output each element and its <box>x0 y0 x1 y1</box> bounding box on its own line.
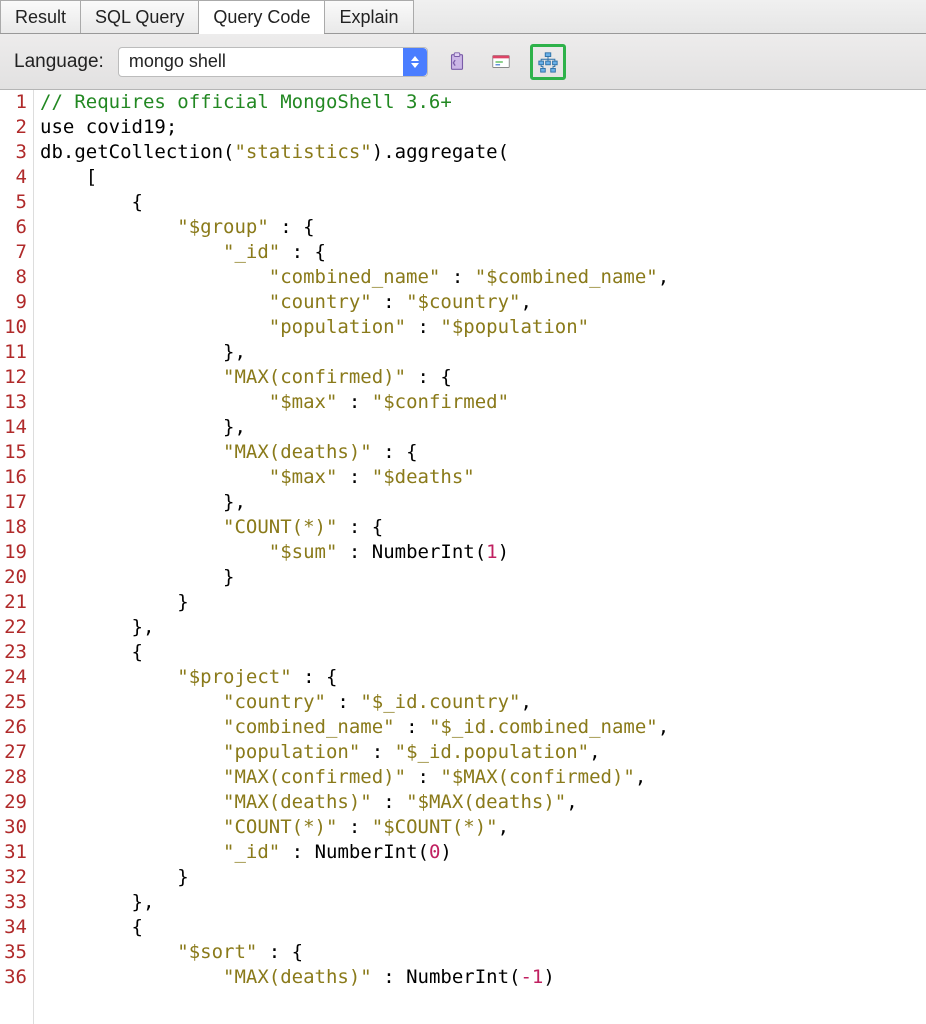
code-line[interactable]: "country" : "$country", <box>40 290 669 315</box>
editor-icon <box>490 51 512 73</box>
line-number: 23 <box>0 640 27 665</box>
open-in-editor-button[interactable] <box>486 47 516 77</box>
code-line[interactable]: "$sort" : { <box>40 940 669 965</box>
line-number: 32 <box>0 865 27 890</box>
code-line[interactable]: use covid19; <box>40 115 669 140</box>
clipboard-icon <box>446 51 468 73</box>
line-number: 5 <box>0 190 27 215</box>
code-line[interactable]: "MAX(deaths)" : { <box>40 440 669 465</box>
line-number: 25 <box>0 690 27 715</box>
line-number: 10 <box>0 315 27 340</box>
tab-result[interactable]: Result <box>0 0 81 33</box>
code-line[interactable]: { <box>40 915 669 940</box>
code-line[interactable]: "MAX(confirmed)" : { <box>40 365 669 390</box>
tab-query-code[interactable]: Query Code <box>199 0 325 33</box>
line-number: 27 <box>0 740 27 765</box>
line-number: 2 <box>0 115 27 140</box>
code-line[interactable]: } <box>40 565 669 590</box>
code-line[interactable]: "country" : "$_id.country", <box>40 690 669 715</box>
line-number: 4 <box>0 165 27 190</box>
line-number: 31 <box>0 840 27 865</box>
line-number-gutter: 1234567891011121314151617181920212223242… <box>0 90 34 1024</box>
line-number: 28 <box>0 765 27 790</box>
code-line[interactable]: "MAX(deaths)" : "$MAX(deaths)", <box>40 790 669 815</box>
line-number: 8 <box>0 265 27 290</box>
line-number: 30 <box>0 815 27 840</box>
code-line[interactable]: } <box>40 590 669 615</box>
view-aggregation-pipeline-button[interactable] <box>530 44 566 80</box>
line-number: 1 <box>0 90 27 115</box>
line-number: 6 <box>0 215 27 240</box>
line-number: 12 <box>0 365 27 390</box>
line-number: 26 <box>0 715 27 740</box>
line-number: 34 <box>0 915 27 940</box>
code-line[interactable]: }, <box>40 340 669 365</box>
code-line[interactable]: "COUNT(*)" : { <box>40 515 669 540</box>
code-line[interactable]: "MAX(deaths)" : NumberInt(-1) <box>40 965 669 990</box>
code-line[interactable]: "MAX(confirmed)" : "$MAX(confirmed)", <box>40 765 669 790</box>
line-number: 35 <box>0 940 27 965</box>
line-number: 20 <box>0 565 27 590</box>
updown-arrows-icon <box>403 48 427 76</box>
tab-sql-query[interactable]: SQL Query <box>81 0 199 33</box>
code-line[interactable]: { <box>40 640 669 665</box>
code-content[interactable]: // Requires official MongoShell 3.6+use … <box>34 90 669 1024</box>
language-label: Language: <box>14 51 104 73</box>
code-line[interactable]: "COUNT(*)" : "$COUNT(*)", <box>40 815 669 840</box>
line-number: 18 <box>0 515 27 540</box>
code-line[interactable]: db.getCollection("statistics").aggregate… <box>40 140 669 165</box>
line-number: 33 <box>0 890 27 915</box>
code-line[interactable]: }, <box>40 415 669 440</box>
tabs-bar: Result SQL Query Query Code Explain <box>0 0 926 34</box>
code-line[interactable]: "$project" : { <box>40 665 669 690</box>
code-line[interactable]: "combined_name" : "$_id.combined_name", <box>40 715 669 740</box>
code-line[interactable]: }, <box>40 615 669 640</box>
line-number: 16 <box>0 465 27 490</box>
code-line[interactable]: "_id" : NumberInt(0) <box>40 840 669 865</box>
code-line[interactable]: // Requires official MongoShell 3.6+ <box>40 90 669 115</box>
line-number: 17 <box>0 490 27 515</box>
code-line[interactable]: "_id" : { <box>40 240 669 265</box>
code-line[interactable]: "$max" : "$confirmed" <box>40 390 669 415</box>
language-select-value: mongo shell <box>129 51 226 72</box>
line-number: 3 <box>0 140 27 165</box>
code-line[interactable]: "$group" : { <box>40 215 669 240</box>
line-number: 19 <box>0 540 27 565</box>
tree-diagram-icon <box>537 51 559 73</box>
code-line[interactable]: "$sum" : NumberInt(1) <box>40 540 669 565</box>
code-line[interactable]: }, <box>40 490 669 515</box>
line-number: 14 <box>0 415 27 440</box>
line-number: 11 <box>0 340 27 365</box>
code-line[interactable]: }, <box>40 890 669 915</box>
copy-to-clipboard-button[interactable] <box>442 47 472 77</box>
tab-explain[interactable]: Explain <box>325 0 413 33</box>
code-line[interactable]: { <box>40 190 669 215</box>
line-number: 24 <box>0 665 27 690</box>
line-number: 36 <box>0 965 27 990</box>
code-editor[interactable]: 1234567891011121314151617181920212223242… <box>0 90 926 1024</box>
code-line[interactable]: "combined_name" : "$combined_name", <box>40 265 669 290</box>
line-number: 29 <box>0 790 27 815</box>
code-line[interactable]: "population" : "$population" <box>40 315 669 340</box>
code-line[interactable]: "$max" : "$deaths" <box>40 465 669 490</box>
code-line[interactable]: "population" : "$_id.population", <box>40 740 669 765</box>
code-line[interactable]: [ <box>40 165 669 190</box>
line-number: 9 <box>0 290 27 315</box>
line-number: 13 <box>0 390 27 415</box>
code-line[interactable]: } <box>40 865 669 890</box>
line-number: 15 <box>0 440 27 465</box>
line-number: 7 <box>0 240 27 265</box>
language-select[interactable]: mongo shell <box>118 47 428 77</box>
line-number: 22 <box>0 615 27 640</box>
line-number: 21 <box>0 590 27 615</box>
toolbar: Language: mongo shell <box>0 34 926 90</box>
